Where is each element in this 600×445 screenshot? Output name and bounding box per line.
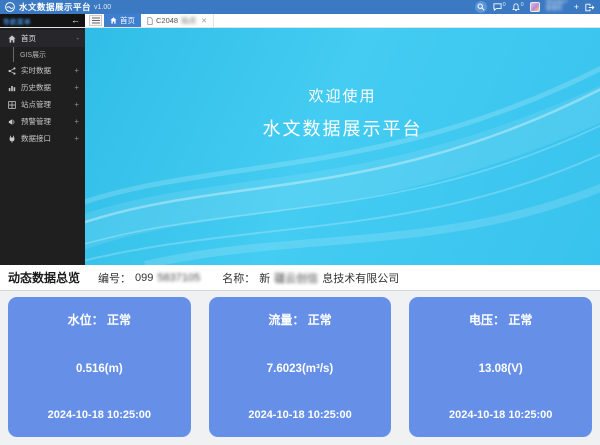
grid-icon bbox=[8, 101, 16, 109]
search-icon bbox=[477, 3, 485, 11]
card-timestamp: 2024-10-18 10:25:00 bbox=[48, 409, 151, 421]
card-status: 正常 bbox=[508, 313, 532, 327]
topbar-actions: 0 0 测试用户 管理员 + bbox=[475, 1, 595, 13]
overview-info-bar: 动态数据总览 编号： 099 5837105 名称： 新 疆云创信 息技术有限公… bbox=[0, 265, 600, 291]
hamburger-icon bbox=[92, 17, 100, 24]
app-window: 水文数据展示平台 v1.00 0 0 bbox=[0, 0, 600, 445]
serial-label: 编号： bbox=[98, 270, 131, 286]
home-icon bbox=[110, 17, 117, 24]
card-metric-label: 水位： bbox=[68, 313, 104, 327]
serial-value: 099 bbox=[135, 272, 153, 284]
expand-plus-icon[interactable]: + bbox=[74, 117, 79, 126]
card-title: 水位： 正常 bbox=[68, 311, 131, 328]
overview-title: 动态数据总览 bbox=[8, 269, 80, 286]
sidebar-item-gis[interactable]: GIS展示 bbox=[14, 47, 85, 62]
tab-station-label: C2048 bbox=[156, 16, 178, 25]
light-streaks-decoration bbox=[85, 28, 600, 265]
flow-card: 流量： 正常 7.6023(m³/s) 2024-10-18 10:25:00 bbox=[209, 297, 392, 437]
sidebar-item-label: 历史数据 bbox=[21, 82, 69, 93]
share-nodes-icon bbox=[8, 67, 16, 75]
add-button[interactable]: + bbox=[574, 3, 579, 12]
card-status: 正常 bbox=[308, 313, 332, 327]
sidebar-item-label: 实时数据 bbox=[21, 65, 69, 76]
card-status: 正常 bbox=[107, 313, 131, 327]
bell-badge: 0 bbox=[521, 2, 524, 8]
message-badge: 0 bbox=[503, 2, 506, 8]
sidebar-submenu: GIS展示 bbox=[13, 47, 85, 62]
tab-close-icon[interactable]: ✕ bbox=[201, 17, 207, 25]
sidebar-item-alerts[interactable]: 预警管理 + bbox=[0, 113, 85, 130]
expand-plus-icon[interactable]: + bbox=[74, 66, 79, 75]
card-value: 7.6023(m³/s) bbox=[267, 363, 333, 375]
expand-plus-icon[interactable]: + bbox=[74, 100, 79, 109]
sidebar-item-label: 站点管理 bbox=[21, 99, 69, 110]
app-version: v1.00 bbox=[94, 4, 111, 11]
document-icon bbox=[147, 17, 153, 25]
menu-toggle-button[interactable] bbox=[89, 15, 102, 26]
expand-plus-icon[interactable]: + bbox=[74, 83, 79, 92]
home-icon bbox=[8, 35, 16, 43]
tab-home[interactable]: 首页 bbox=[104, 14, 141, 27]
welcome-line2: 水文数据展示平台 bbox=[85, 115, 600, 141]
user-role: 管理员 bbox=[546, 7, 568, 13]
main-row: 首页 - GIS展示 实时数据 + 历史数据 + bbox=[0, 28, 600, 265]
bell-icon bbox=[512, 3, 520, 12]
water-level-card: 水位： 正常 0.516(m) 2024-10-18 10:25:00 bbox=[8, 297, 191, 437]
sidebar-item-label: 数据接口 bbox=[21, 133, 69, 144]
top-bar: 水文数据展示平台 v1.00 0 0 bbox=[0, 0, 600, 14]
tab-home-label: 首页 bbox=[120, 15, 135, 26]
megaphone-icon bbox=[8, 118, 16, 126]
sidebar-item-realtime[interactable]: 实时数据 + bbox=[0, 62, 85, 79]
app-logo-icon bbox=[5, 2, 15, 12]
name-value-prefix: 新 bbox=[259, 270, 270, 286]
sidebar-item-label: 首页 bbox=[21, 33, 71, 44]
sidebar-item-label: 预警管理 bbox=[21, 116, 69, 127]
collapse-minus-icon[interactable]: - bbox=[76, 34, 79, 43]
card-timestamp: 2024-10-18 10:25:00 bbox=[449, 409, 552, 421]
bar-chart-icon bbox=[8, 84, 16, 92]
comment-icon bbox=[493, 3, 502, 11]
name-label: 名称： bbox=[222, 270, 255, 286]
sidebar-item-label: GIS展示 bbox=[20, 50, 46, 60]
voltage-card: 电压： 正常 13.08(V) 2024-10-18 10:25:00 bbox=[409, 297, 592, 437]
user-avatar[interactable] bbox=[530, 2, 540, 12]
sidebar-header: 导航菜单 ← bbox=[0, 14, 85, 27]
tab-bar: 导航菜单 ← 首页 C2048 站点 ✕ bbox=[0, 14, 600, 28]
expand-plus-icon[interactable]: + bbox=[74, 134, 79, 143]
plug-icon bbox=[8, 135, 16, 143]
sidebar-header-label: 导航菜单 bbox=[3, 16, 31, 26]
sidebar-item-history[interactable]: 历史数据 + bbox=[0, 79, 85, 96]
sidebar-item-api[interactable]: 数据接口 + bbox=[0, 130, 85, 147]
sidebar-nav: 首页 - GIS展示 实时数据 + 历史数据 + bbox=[0, 28, 85, 265]
welcome-line1: 欢迎使用 bbox=[85, 85, 600, 106]
card-value: 0.516(m) bbox=[76, 363, 123, 375]
tab-station-label-redacted: 站点 bbox=[181, 15, 196, 26]
card-title: 电压： 正常 bbox=[469, 311, 532, 328]
notifications-button[interactable]: 0 bbox=[512, 3, 524, 12]
sidebar-item-stations[interactable]: 站点管理 + bbox=[0, 96, 85, 113]
card-timestamp: 2024-10-18 10:25:00 bbox=[248, 409, 351, 421]
collapse-back-button[interactable]: ← bbox=[69, 16, 82, 25]
sidebar-item-home[interactable]: 首页 - bbox=[0, 30, 85, 47]
search-button[interactable] bbox=[475, 1, 487, 13]
card-metric-label: 流量： bbox=[268, 313, 304, 327]
welcome-canvas: 欢迎使用 水文数据展示平台 bbox=[85, 28, 600, 265]
messages-button[interactable]: 0 bbox=[493, 3, 506, 11]
logout-icon[interactable] bbox=[585, 3, 595, 12]
status-cards-row: 水位： 正常 0.516(m) 2024-10-18 10:25:00 流量： … bbox=[0, 291, 600, 445]
serial-value-redacted: 5837105 bbox=[157, 272, 200, 284]
card-value: 13.08(V) bbox=[479, 363, 523, 375]
card-metric-label: 电压： bbox=[469, 313, 505, 327]
welcome-message: 欢迎使用 水文数据展示平台 bbox=[85, 85, 600, 141]
name-value-suffix: 息技术有限公司 bbox=[322, 270, 399, 286]
app-title: 水文数据展示平台 bbox=[19, 1, 91, 13]
tab-station[interactable]: C2048 站点 ✕ bbox=[141, 14, 214, 27]
card-title: 流量： 正常 bbox=[268, 311, 331, 328]
name-value-redacted: 疆云创信 bbox=[274, 270, 318, 286]
user-menu[interactable]: 测试用户 管理员 bbox=[546, 1, 568, 13]
